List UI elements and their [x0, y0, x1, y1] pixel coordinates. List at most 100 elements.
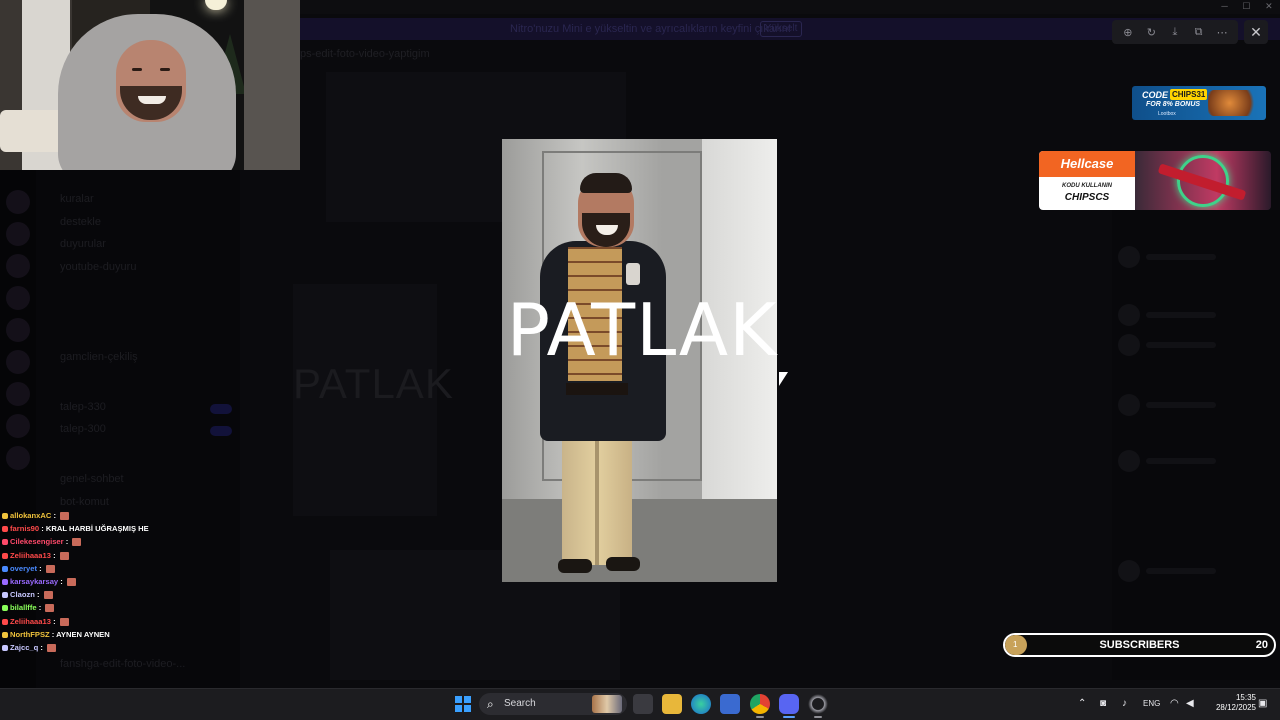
channel-item[interactable]: duyurular — [60, 238, 106, 250]
member-avatar[interactable] — [1118, 560, 1140, 582]
chevron-up-icon[interactable]: ⌃ — [1078, 697, 1086, 711]
maximize-icon[interactable]: ☐ — [1242, 0, 1250, 12]
member-avatar[interactable] — [1118, 304, 1140, 326]
member-name — [1146, 402, 1216, 408]
chat-username[interactable]: bilallffe — [10, 603, 37, 612]
member-avatar[interactable] — [1118, 246, 1140, 268]
hellcase-logo: Hellcase — [1039, 151, 1135, 177]
channel-item[interactable]: gamclien-çekiliş — [60, 351, 138, 363]
chat-username[interactable]: NorthFPSZ — [10, 630, 50, 639]
member-name — [1146, 568, 1216, 574]
chat-badge-icon — [2, 539, 8, 546]
chat-username[interactable]: overyet — [10, 564, 37, 573]
close-window-icon[interactable]: ✕ — [1265, 0, 1273, 12]
emote-icon — [43, 591, 53, 600]
chrome-icon[interactable] — [750, 694, 770, 714]
volume-icon[interactable]: ◀ — [1186, 697, 1194, 711]
server-icon[interactable] — [6, 318, 30, 342]
store-icon[interactable] — [720, 694, 740, 714]
hellcase-code: CHIPSCS — [1064, 192, 1110, 203]
server-icon[interactable] — [6, 286, 30, 310]
chat-message: Claozn : — [2, 588, 302, 601]
image-caption: PATLAK — [506, 288, 778, 372]
close-viewer-button[interactable]: ✕ — [1244, 20, 1268, 44]
chat-text: KRAL HARBİ UĞRAŞMIŞ HE — [45, 524, 149, 534]
search-placeholder: Search — [504, 698, 536, 709]
channel-badge — [210, 426, 232, 436]
emote-icon — [66, 577, 76, 586]
member-list — [1112, 210, 1280, 680]
chat-username[interactable]: allokanxAC — [10, 511, 51, 520]
chat-badge-icon — [2, 565, 8, 572]
chat-username[interactable]: Claozn — [10, 590, 35, 599]
image-viewer-toolbar: ⊕ ↻ ⤓ ⧉ ⋯ — [1112, 20, 1238, 44]
chat-username[interactable]: farnis90 — [10, 524, 39, 533]
webcam-overlay — [0, 0, 300, 170]
channel-badge — [210, 404, 232, 414]
emote-icon — [59, 617, 69, 626]
chat-badge-icon — [2, 526, 8, 533]
channel-item[interactable]: genel-sohbet — [60, 473, 124, 485]
chat-username[interactable]: Zeliihaaa13 — [10, 617, 51, 626]
file-explorer-icon[interactable] — [662, 694, 682, 714]
discord-tray-icon[interactable]: ◙ — [1100, 697, 1106, 711]
chat-username[interactable]: Zajcc_q — [10, 643, 38, 652]
task-view-icon[interactable] — [633, 694, 653, 714]
background-title-bar — [300, 0, 1280, 14]
nitro-banner-button[interactable]: Yükselt — [760, 21, 802, 37]
emote-icon — [47, 643, 57, 652]
sponsor-ad-hellcase: Hellcase KODU KULLANIN CHIPSCS — [1039, 151, 1271, 210]
channel-item[interactable]: youtube-duyuru — [60, 261, 136, 273]
channel-item[interactable]: talep-330 — [60, 401, 106, 413]
emote-icon — [45, 604, 55, 613]
channel-item[interactable]: fanshga-edit-foto-video-... — [60, 658, 185, 670]
chat-message: Cilekesengiser : — [2, 535, 302, 548]
server-icon[interactable] — [6, 254, 30, 278]
server-icon[interactable] — [6, 222, 30, 246]
chat-username[interactable]: karsaykarsay — [10, 577, 58, 586]
server-icon[interactable] — [6, 350, 30, 374]
desktop: ─ ☐ ✕ Nitro'nuzu Mini e yükseltin ve ayr… — [0, 0, 1280, 720]
language-indicator[interactable]: ENG — [1143, 697, 1160, 711]
chat-text: AYNEN AYNEN — [56, 629, 110, 639]
rotate-icon[interactable]: ↻ — [1142, 26, 1160, 39]
phone — [626, 263, 640, 285]
chat-message: Zajcc_q : — [2, 641, 302, 654]
subscriber-goal: 20 — [1255, 639, 1268, 651]
clock-time: 15:35 — [1235, 693, 1256, 702]
server-icon[interactable] — [6, 190, 30, 214]
member-avatar[interactable] — [1118, 450, 1140, 472]
member-avatar[interactable] — [1118, 334, 1140, 356]
ad-code-value: CHIPS31 — [1170, 89, 1208, 100]
chat-username[interactable]: Zeliihaaa13 — [10, 551, 51, 560]
zoom-icon[interactable]: ⊕ — [1119, 26, 1137, 39]
clock[interactable]: 15:35 28/12/2025 — [1206, 693, 1256, 713]
channel-item[interactable]: talep-300 — [60, 423, 106, 435]
more-icon[interactable]: ⋯ — [1213, 26, 1231, 39]
server-icon[interactable] — [6, 446, 30, 470]
emote-icon — [72, 538, 82, 547]
edge-icon[interactable] — [691, 694, 711, 714]
search-highlight-image — [592, 695, 622, 713]
member-avatar[interactable] — [1118, 394, 1140, 416]
discord-icon[interactable] — [779, 694, 799, 714]
microphone-icon[interactable]: ♪ — [1122, 697, 1127, 711]
channel-item[interactable]: bot-komut — [60, 496, 109, 508]
chat-message: bilallffe : — [2, 601, 302, 614]
chat-message: Zeliihaaa13 : — [2, 615, 302, 628]
chat-username[interactable]: Cilekesengiser — [10, 537, 64, 546]
start-button[interactable] — [455, 696, 471, 712]
channel-item[interactable]: kuralar — [60, 193, 94, 205]
hellcase-note: KODU KULLANIN — [1062, 183, 1112, 189]
server-icon[interactable] — [6, 382, 30, 406]
background-image-caption: PATLAK — [293, 360, 454, 407]
open-external-icon[interactable]: ⧉ — [1190, 26, 1208, 39]
minimize-icon[interactable]: ─ — [1221, 0, 1227, 12]
obs-icon[interactable] — [808, 694, 828, 714]
wifi-icon[interactable]: ◠ — [1170, 697, 1179, 711]
server-icon[interactable] — [6, 414, 30, 438]
channel-item[interactable]: destekle — [60, 216, 101, 228]
download-icon[interactable]: ⤓ — [1166, 26, 1184, 39]
window-controls[interactable]: ─ ☐ ✕ — [1214, 0, 1280, 12]
notification-icon[interactable]: ▣ — [1258, 697, 1267, 711]
